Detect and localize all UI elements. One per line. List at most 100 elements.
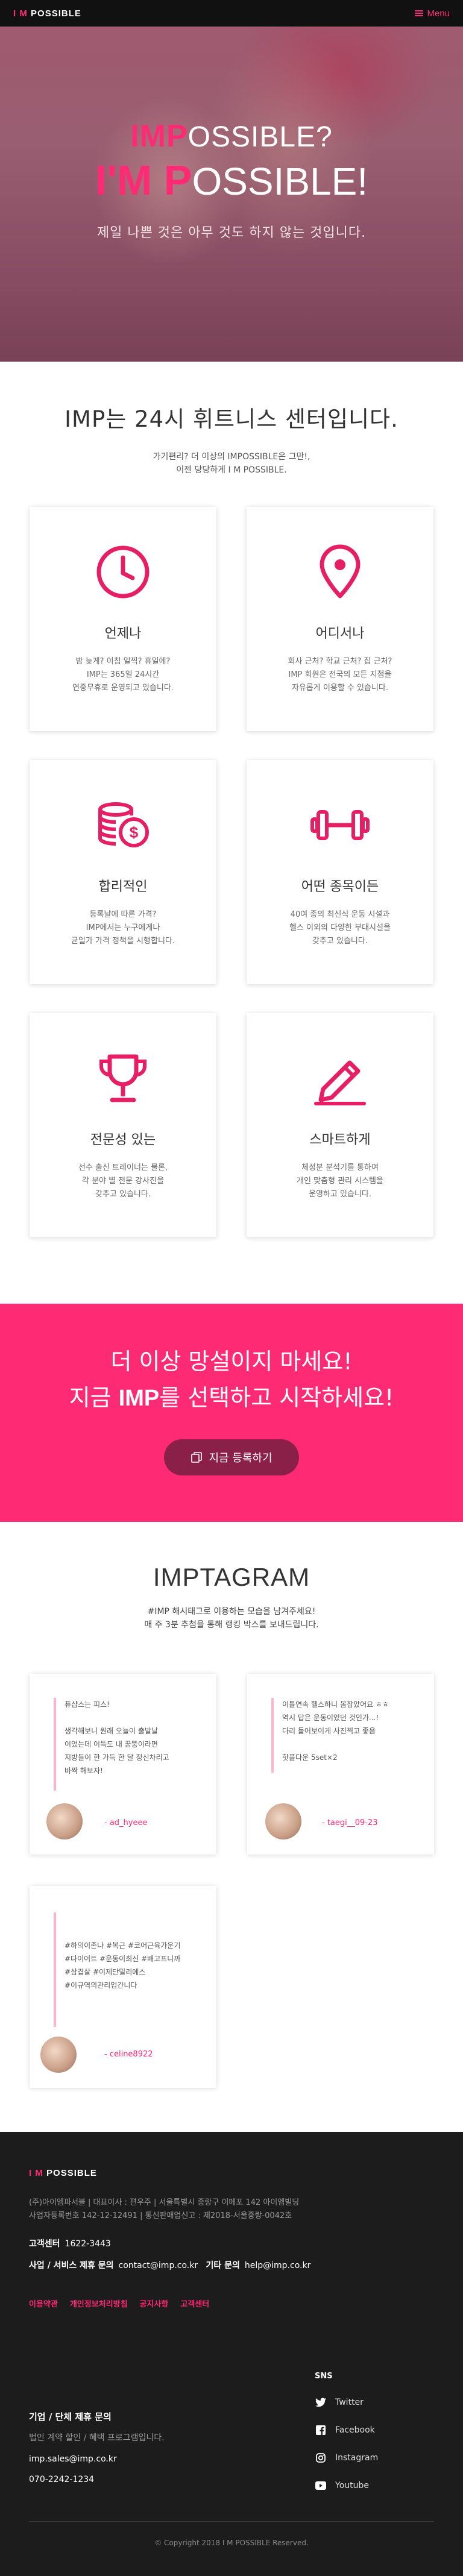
- feature-desc: 체성분 분석기를 통하여 개인 맞춤형 관리 시스템을 운영하고 있습니다.: [297, 1163, 383, 1199]
- feature-desc: 40여 종의 최신식 운동 시설과 헬스 이외의 다양한 부대시설을 갖추고 있…: [289, 910, 391, 946]
- cta-line2-imp: IMP: [118, 1386, 160, 1411]
- feature-desc: 회사 근처? 학교 근처? 집 근처? IMP 회원은 전국의 모든 지점을 자…: [288, 657, 392, 693]
- logo-accent: I M: [13, 8, 28, 19]
- cta-banner: 더 이상 망설이지 마세요! 지금 IMP를 선택하고 시작하세요! 지금 등록…: [0, 1304, 463, 1522]
- menu-label: Menu: [427, 8, 450, 19]
- features-grid: 언제나 밤 늦게? 이침 일찍? 휴일에? IMP는 365일 24시간 연중무…: [30, 507, 433, 1237]
- cta-line-2: 지금 IMP를 선택하고 시작하세요!: [0, 1380, 463, 1416]
- corp-desc: 법인 계약 할인 / 혜택 프로그램입니다.: [29, 2433, 165, 2443]
- feature-card-expert: 전문성 있는 선수 출신 트레이너는 물론, 각 분야 별 전문 강사진을 갖추…: [30, 1013, 216, 1237]
- post-username[interactable]: - celine8922: [104, 2050, 153, 2059]
- location-pin-icon: [320, 544, 361, 598]
- logo-text: POSSIBLE: [46, 2168, 97, 2178]
- company-info-line: 사업자등록번호 142-12-12491 | 통신판매업신고 : 제2018-서…: [29, 2211, 292, 2220]
- hero-line2-rest: OSSIBLE!: [192, 160, 368, 203]
- clock-icon: [96, 545, 150, 598]
- sns-links: SNS Twitter Facebook Instagram Youtube: [315, 2372, 378, 2492]
- feature-card-anytime: 언제나 밤 늦게? 이침 일찍? 휴일에? IMP는 365일 24시간 연중무…: [30, 507, 216, 731]
- copyright: © Copyright 2018 I M POSSIBLE Reserved.: [154, 2539, 309, 2547]
- cs-phone[interactable]: 1622-3443: [65, 2239, 111, 2249]
- intro-desc-line: 가기편리? 더 이상의 IMPOSSIBLE은 그만!,: [153, 452, 310, 462]
- logo-accent: I M: [29, 2168, 43, 2178]
- post-line: 역시 답은 운동이었던 것인가...!: [282, 1714, 379, 1722]
- post-line: 퓨샵스는 피스!: [65, 1700, 110, 1709]
- cta-line2-pre: 지금: [69, 1384, 119, 1411]
- cta-line2-post: 를 선택하고 시작하세요!: [159, 1384, 394, 1411]
- avatar: [265, 1803, 301, 1839]
- post-line: 이었는데 이득도 내 꿈뚱이라면: [65, 1740, 158, 1748]
- footer-link-privacy[interactable]: 개인정보처리방침: [70, 2298, 128, 2309]
- post-line: #이규역의관리입간니다: [65, 1981, 137, 1990]
- post-line: #삼겹살 #이제단밀리에스: [65, 1968, 146, 1976]
- sns-youtube[interactable]: Youtube: [315, 2480, 378, 2492]
- copy-icon: [191, 1452, 203, 1463]
- feature-title: 어디서나: [315, 626, 365, 641]
- biz-label: 사업 / 서비스 제휴 문의: [29, 2261, 114, 2270]
- intro-title: IMP는 24시 휘트니스 센터입니다.: [65, 406, 398, 432]
- imptagram-posts: 퓨샵스는 피스! 생각해보니 원래 오늘이 출발날 이었는데 이득도 내 꿈뚱이…: [0, 1632, 463, 2132]
- post-line: 바짝 해보자!: [65, 1767, 103, 1775]
- other-label: 기타 문의: [206, 2261, 240, 2270]
- sns-title: SNS: [315, 2372, 333, 2381]
- footer-divider: [29, 2521, 434, 2522]
- quote-bar: [54, 1912, 56, 2027]
- instagram-post[interactable]: #하의이존나 #복근 #코어근육가운기 #다이어트 #운동이최신 #배고프니까 …: [30, 1886, 216, 2088]
- feature-card-variety: 어떤 종목이든 40여 종의 최신식 운동 시설과 헬스 이외의 다양한 부대시…: [247, 760, 433, 984]
- instagram-post[interactable]: 이틀연속 헬스하니 몸잡았어요 ㅎㅎ 역시 답은 운동이었던 것인가...! 다…: [247, 1674, 434, 1855]
- logo[interactable]: I M POSSIBLE: [13, 8, 81, 19]
- post-text: 이틀연속 헬스하니 몸잡았어요 ㅎㅎ 역시 답은 운동이었던 것인가...! 다…: [282, 1698, 420, 1764]
- company-info: (주)아이엠파서블 | 대표이사 : 편우주 | 서울특별시 중랑구 이메포 1…: [29, 2196, 434, 2223]
- register-button-label: 지금 등록하기: [209, 1452, 272, 1465]
- post-text: 퓨샵스는 피스! 생각해보니 원래 오늘이 출발날 이었는데 이득도 내 꿈뚱이…: [65, 1698, 202, 1777]
- hero-line1-rest: OSSIBLE?: [187, 121, 333, 153]
- footer-logo[interactable]: I M POSSIBLE: [29, 2168, 434, 2178]
- hero-im: I'M: [95, 157, 164, 204]
- feature-title: 스마트하게: [309, 1132, 371, 1148]
- imptagram-section: IMPTAGRAM #IMP 해시태그로 이용하는 모습을 남겨주세요! 매 주 …: [0, 1522, 463, 2132]
- post-line: 생각해보니 원래 오늘이 출발날: [65, 1727, 158, 1735]
- imptagram-desc: #IMP 해시태그로 이용하는 모습을 남겨주세요! 매 주 3분 추첨을 통해 …: [0, 1605, 463, 1632]
- company-info-line: (주)아이엠파서블 | 대표이사 : 편우주 | 서울특별시 중랑구 이메포 1…: [29, 2198, 300, 2207]
- contact-row: 사업 / 서비스 제휴 문의 contact@imp.co.kr 기타 문의 hel…: [29, 2259, 434, 2271]
- svg-text:$: $: [130, 823, 139, 841]
- feature-desc: 등록날에 따른 가격? IMP에서는 누구에게나 균일가 가격 정책을 시행합니…: [71, 910, 175, 946]
- register-button[interactable]: 지금 등록하기: [164, 1439, 299, 1475]
- biz-email[interactable]: contact@imp.co.kr: [119, 2261, 198, 2270]
- hero-headline-1: IMPOSSIBLE?: [0, 121, 463, 152]
- corp-phone[interactable]: 070-2242-1234: [29, 2475, 165, 2484]
- sns-instagram[interactable]: Instagram: [315, 2452, 378, 2464]
- instagram-post[interactable]: 퓨샵스는 피스! 생각해보니 원래 오늘이 출발날 이었는데 이득도 내 꿈뚱이…: [30, 1674, 216, 1855]
- feature-card-price: $ 합리적인 등록날에 따른 가격? IMP에서는 누구에게나 균일가 가격 정…: [30, 760, 216, 984]
- post-line: #하의이존나 #복근 #코어근육가운기: [65, 1941, 181, 1950]
- cs-label: 고객센터: [29, 2239, 60, 2249]
- corp-email[interactable]: imp.sales@imp.co.kr: [29, 2454, 165, 2464]
- post-username[interactable]: - ad_hyeee: [104, 1818, 147, 1827]
- footer-link-notice[interactable]: 공지사항: [140, 2298, 169, 2309]
- sns-twitter[interactable]: Twitter: [315, 2396, 378, 2408]
- logo-text: POSSIBLE: [31, 8, 81, 19]
- menu-button[interactable]: Menu: [415, 8, 450, 19]
- quote-bar: [54, 1698, 56, 1791]
- facebook-icon: [315, 2424, 327, 2436]
- post-text: #하의이존나 #복근 #코어근육가운기 #다이어트 #운동이최신 #배고프니까 …: [65, 1939, 202, 1992]
- hero-p: P: [163, 157, 192, 204]
- intro-desc: 가기편리? 더 이상의 IMPOSSIBLE은 그만!, 이젠 당당하게 I M …: [0, 450, 463, 477]
- feature-title: 전문성 있는: [90, 1132, 156, 1148]
- other-email[interactable]: help@imp.co.kr: [245, 2261, 310, 2270]
- post-username[interactable]: - taegi__09-23: [322, 1818, 378, 1827]
- avatar: [40, 2037, 77, 2073]
- footer-link-terms[interactable]: 이용약관: [29, 2298, 58, 2309]
- feature-card-smart: 스마트하게 체성분 분석기를 통하여 개인 맞춤형 관리 시스템을 운영하고 있…: [247, 1013, 433, 1237]
- feature-desc: 밤 늦게? 이침 일찍? 휴일에? IMP는 365일 24시간 연중무휴로 운…: [72, 657, 174, 693]
- cta-line-1: 더 이상 망설이지 마세요!: [110, 1348, 353, 1375]
- customer-center: 고객센터 1622-3443: [29, 2237, 434, 2249]
- feature-title: 어떤 종목이든: [301, 879, 379, 894]
- sns-facebook[interactable]: Facebook: [315, 2424, 378, 2436]
- youtube-icon: [315, 2480, 327, 2492]
- footer-link-support[interactable]: 고객센터: [180, 2298, 209, 2309]
- imptagram-desc-line: 매 주 3분 추첨을 통해 랭킹 박스를 보내드립니다.: [144, 1620, 319, 1630]
- hero-banner: IMPOSSIBLE? I'M POSSIBLE! 제일 나쁜 것은 아무 것도…: [0, 0, 463, 362]
- feature-card-anywhere: 어디서나 회사 근처? 학교 근처? 집 근처? IMP 회원은 전국의 모든 …: [247, 507, 433, 731]
- site-footer: I M POSSIBLE (주)아이엠파서블 | 대표이사 : 편우주 | 서울…: [0, 2132, 463, 2576]
- hero-imp: IMP: [130, 119, 188, 154]
